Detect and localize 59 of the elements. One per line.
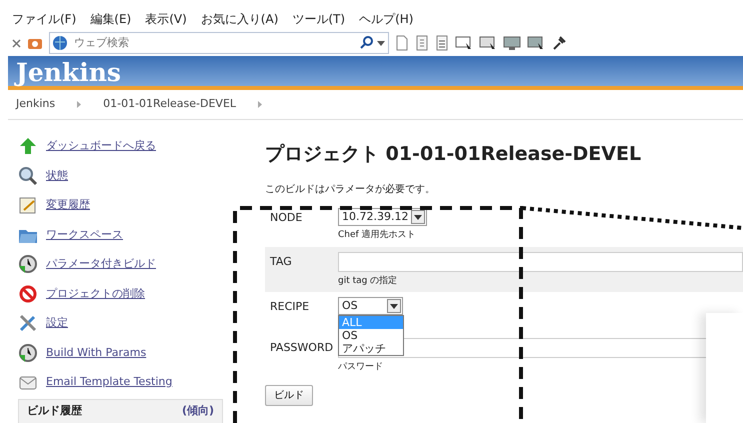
globe-icon[interactable]	[52, 35, 68, 51]
monitor-icon[interactable]	[503, 35, 521, 51]
sidebar-link[interactable]: ダッシュボードへ戻る	[46, 138, 156, 154]
dropdown-option[interactable]: アパッチ	[339, 342, 403, 355]
caret-icon	[411, 210, 426, 224]
chevron-icon	[77, 100, 82, 108]
sidebar-link[interactable]: パラメータ付きビルド	[46, 256, 156, 272]
document-icon[interactable]	[415, 35, 429, 51]
clock-icon[interactable]	[18, 342, 38, 363]
dropdown-option[interactable]: OS	[339, 329, 403, 342]
window-cursor-icon[interactable]	[455, 35, 473, 51]
chevron-icon	[258, 100, 262, 108]
window-cursor-icon[interactable]	[479, 35, 497, 51]
select-field[interactable]: OS	[338, 297, 403, 315]
document-icon[interactable]	[435, 35, 449, 51]
menu-item[interactable]: ファイル(F)	[12, 10, 76, 28]
sidebar-link[interactable]: Email Template Testing	[46, 374, 172, 390]
menu-item[interactable]: お気に入り(A)	[200, 10, 278, 28]
build-button[interactable]: ビルド	[265, 384, 313, 406]
parameters-note: このビルドはパラメータが必要です。	[265, 182, 436, 197]
parameter-name: TAG	[270, 254, 293, 270]
sidebar-link[interactable]: 状態	[46, 168, 68, 184]
parameter-name: PASSWORD	[270, 340, 334, 356]
sidebar-link[interactable]: プロジェクトの削除	[46, 286, 145, 302]
forbidden-icon[interactable]	[18, 284, 38, 304]
search-icon[interactable]	[360, 36, 374, 50]
pin-icon[interactable]	[551, 35, 567, 51]
clock-icon[interactable]	[18, 254, 38, 274]
parameter-name: RECIPE	[270, 299, 310, 315]
breadcrumb-link[interactable]: 01-01-01Release-DEVEL	[103, 96, 236, 112]
search-box[interactable]: ウェブ検索	[49, 32, 389, 54]
caret-icon[interactable]	[377, 40, 385, 46]
field-description: Chef 適用先ホスト	[338, 229, 417, 242]
sidebar-link[interactable]: Build With Params	[46, 344, 146, 361]
settings-icon[interactable]	[18, 313, 38, 334]
caret-icon	[387, 299, 401, 313]
up-arrow-icon[interactable]	[18, 136, 38, 156]
build-history-title: ビルド履歴	[27, 403, 82, 419]
parameter-name: NODE	[270, 210, 304, 226]
field-description: パスワード	[338, 361, 384, 374]
field-description: git tag の指定	[338, 274, 398, 288]
menu-item[interactable]: ヘルプ(H)	[359, 10, 414, 28]
notepad-icon[interactable]	[18, 195, 38, 216]
monitor-cursor-icon[interactable]	[527, 35, 545, 51]
menu-item[interactable]: 編集(E)	[90, 10, 132, 28]
menu-item[interactable]: ツール(T)	[292, 10, 346, 28]
page-title: プロジェクト 01-01-01Release-DEVEL	[265, 142, 642, 166]
camera-icon[interactable]	[27, 36, 43, 50]
select-field[interactable]: 10.72.39.12	[338, 208, 428, 226]
sidebar-link[interactable]: 設定	[46, 315, 68, 332]
close-icon[interactable]	[12, 38, 21, 48]
trend-link[interactable]: (傾向)	[182, 403, 214, 420]
search-icon[interactable]	[18, 166, 38, 186]
sidebar-link[interactable]: 変更履歴	[46, 197, 90, 214]
text-field[interactable]	[338, 252, 743, 272]
sidebar-link[interactable]: ワークスペース	[46, 226, 123, 243]
menu-item[interactable]: 表示(V)	[145, 10, 187, 28]
breadcrumb-link[interactable]: Jenkins	[16, 96, 56, 112]
page-icon[interactable]	[395, 35, 409, 51]
